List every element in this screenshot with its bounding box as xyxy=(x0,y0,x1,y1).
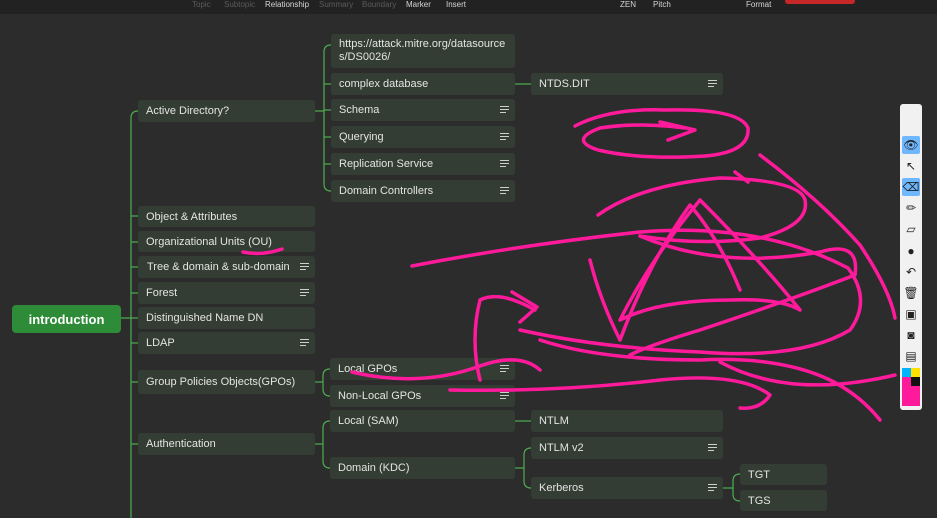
notes-icon[interactable] xyxy=(300,263,309,271)
topic-label: Replication Service xyxy=(339,158,434,170)
notes-icon[interactable] xyxy=(300,289,309,297)
notes-icon[interactable] xyxy=(500,133,509,141)
topic-forest[interactable]: Forest xyxy=(138,282,315,304)
topic-domain-kdc[interactable]: Domain (KDC) xyxy=(330,457,515,479)
topic-label: Forest xyxy=(146,287,178,299)
cursor-icon[interactable]: ↖ xyxy=(902,157,920,175)
topic-domain-controllers[interactable]: Domain Controllers xyxy=(331,180,515,202)
topic-kerberos[interactable]: Kerberos xyxy=(531,477,723,499)
topic-label: TGT xyxy=(748,468,770,481)
topic-label: https://attack.mitre.org/datasources/DS0… xyxy=(339,38,506,63)
topic-object-attributes[interactable]: Object & Attributes xyxy=(138,206,315,227)
notes-icon[interactable] xyxy=(300,339,309,347)
topic-mitre-link[interactable]: https://attack.mitre.org/datasources/DS0… xyxy=(331,34,515,68)
notes-icon[interactable] xyxy=(708,80,717,88)
topic-label: Tree & domain & sub-domain xyxy=(147,261,290,273)
topic-distinguished-name[interactable]: Distinguished Name DN xyxy=(138,307,315,329)
highlighter-icon[interactable]: ▱ xyxy=(902,220,920,238)
topic-local-sam[interactable]: Local (SAM) xyxy=(330,410,515,432)
topic-label: Kerberos xyxy=(539,482,584,494)
topic-label: Domain (KDC) xyxy=(338,462,410,474)
clipboard-icon[interactable]: ▤ xyxy=(902,347,920,365)
topic-label: Local GPOs xyxy=(338,363,398,375)
dot-icon[interactable]: ● xyxy=(902,242,920,260)
topic-label: Non-Local GPOs xyxy=(338,390,422,402)
pen-icon[interactable]: ✏ xyxy=(902,199,920,217)
topic-ntlm[interactable]: NTLM xyxy=(531,410,723,432)
notes-icon[interactable] xyxy=(500,106,509,114)
topic-schema[interactable]: Schema xyxy=(331,99,515,121)
topic-label: Local (SAM) xyxy=(338,415,399,427)
topic-ntlm-v2[interactable]: NTLM v2 xyxy=(531,437,723,459)
notes-icon[interactable] xyxy=(500,365,509,373)
topic-querying[interactable]: Querying xyxy=(331,126,515,148)
color-palette-icon[interactable] xyxy=(902,368,920,406)
topic-label: Active Directory? xyxy=(146,105,230,117)
topic-active-directory[interactable]: Active Directory? xyxy=(138,100,315,122)
topic-gpos[interactable]: Group Policies Objects(GPOs) xyxy=(138,370,315,394)
topic-tgs[interactable]: TGS xyxy=(740,490,827,511)
topic-replication-service[interactable]: Replication Service xyxy=(331,153,515,175)
topic-label: NTLM v2 xyxy=(539,442,584,454)
topic-non-local-gpos[interactable]: Non-Local GPOs xyxy=(330,385,515,407)
camera-icon[interactable]: ▣ xyxy=(902,305,920,323)
topic-label: Authentication xyxy=(146,438,216,450)
topic-label: LDAP xyxy=(146,337,175,349)
screenshot-icon[interactable]: ◙ xyxy=(902,326,920,344)
topic-label: TGS xyxy=(748,494,771,507)
eye-icon[interactable]: 👁 xyxy=(902,136,920,154)
notes-icon[interactable] xyxy=(500,392,509,400)
topic-label: Domain Controllers xyxy=(339,185,434,197)
topic-label: Querying xyxy=(339,131,384,143)
topic-tree-domain[interactable]: Tree & domain & sub-domain xyxy=(138,256,315,278)
topic-label: complex database xyxy=(339,78,429,90)
topic-complex-database[interactable]: complex database xyxy=(331,73,515,95)
notes-icon[interactable] xyxy=(500,160,509,168)
topic-label: NTLM xyxy=(539,415,569,427)
topic-local-gpos[interactable]: Local GPOs xyxy=(330,358,515,380)
topic-label: Schema xyxy=(339,104,380,116)
topic-label: Object & Attributes xyxy=(146,210,238,223)
topic-tgt[interactable]: TGT xyxy=(740,464,827,485)
root-topic[interactable]: introduction xyxy=(12,305,121,333)
notes-icon[interactable] xyxy=(708,444,717,452)
drawing-tools-panel: 👁 ↖ ⌫ ✏ ▱ ● ↶ 🗑 ▣ ◙ ▤ xyxy=(900,104,922,410)
topic-label: NTDS.DIT xyxy=(539,78,590,90)
trash-icon[interactable]: 🗑 xyxy=(902,284,920,302)
topic-ntds-dit[interactable]: NTDS.DIT xyxy=(531,73,723,95)
undo-icon[interactable]: ↶ xyxy=(902,263,920,281)
topic-label: Organizational Units (OU) xyxy=(146,235,272,248)
topic-organizational-units[interactable]: Organizational Units (OU) xyxy=(138,231,315,252)
topic-authentication[interactable]: Authentication xyxy=(138,433,315,455)
topic-ldap[interactable]: LDAP xyxy=(138,332,315,354)
notes-icon[interactable] xyxy=(708,484,717,492)
topic-label: Group Policies Objects(GPOs) xyxy=(146,376,296,388)
topic-label: Distinguished Name DN xyxy=(146,312,264,324)
eraser-icon[interactable]: ⌫ xyxy=(902,178,920,196)
notes-icon[interactable] xyxy=(500,187,509,195)
